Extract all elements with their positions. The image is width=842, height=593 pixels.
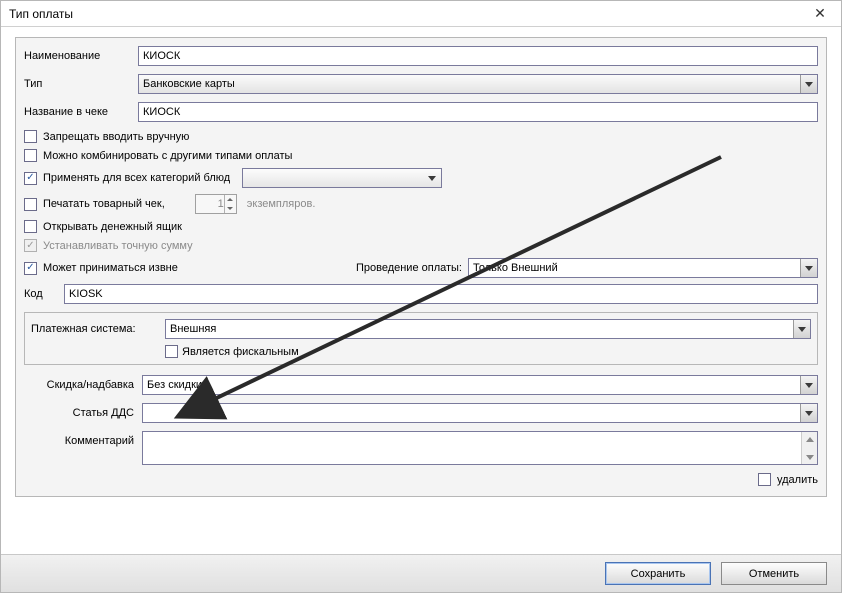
content-area: Наименование Тип Банковские карты Назван… bbox=[1, 27, 841, 554]
chevron-down-icon bbox=[800, 259, 817, 277]
combinable-checkbox[interactable] bbox=[24, 149, 37, 162]
discount-select[interactable]: Без скидки bbox=[142, 375, 818, 395]
scrollbar[interactable] bbox=[801, 432, 817, 464]
exact-amount-checkbox bbox=[24, 239, 37, 252]
payment-system-panel: Платежная система: Внешняя Является фиск… bbox=[24, 312, 818, 365]
all-categories-checkbox[interactable] bbox=[24, 172, 37, 185]
chevron-down-icon bbox=[793, 320, 810, 338]
delete-checkbox[interactable] bbox=[758, 473, 771, 486]
save-button[interactable]: Сохранить bbox=[605, 562, 711, 585]
payment-mode-select[interactable]: Только Внешний bbox=[468, 258, 818, 278]
form-panel: Наименование Тип Банковские карты Назван… bbox=[15, 37, 827, 497]
accept-external-checkbox[interactable] bbox=[24, 262, 37, 275]
category-select[interactable] bbox=[242, 168, 442, 188]
chevron-down-icon bbox=[800, 376, 817, 394]
open-drawer-label: Открывать денежный ящик bbox=[41, 221, 182, 233]
payment-system-value: Внешняя bbox=[170, 323, 216, 335]
copies-spinner[interactable]: 1 bbox=[195, 194, 237, 214]
is-fiscal-checkbox[interactable] bbox=[165, 345, 178, 358]
dialog-footer: Сохранить Отменить bbox=[1, 554, 841, 592]
spinner-arrows bbox=[224, 195, 236, 213]
copies-suffix: экземпляров. bbox=[247, 198, 316, 210]
open-drawer-checkbox[interactable] bbox=[24, 220, 37, 233]
name-in-check-input[interactable] bbox=[138, 102, 818, 122]
type-select-value: Банковские карты bbox=[143, 78, 235, 90]
titlebar: Тип оплаты ✕ bbox=[1, 1, 841, 27]
discount-value: Без скидки bbox=[147, 379, 202, 391]
label-discount: Скидка/надбавка bbox=[24, 379, 142, 391]
label-code: Код bbox=[24, 288, 64, 300]
window-title: Тип оплаты bbox=[9, 7, 73, 21]
is-fiscal-label: Является фискальным bbox=[178, 346, 299, 358]
cancel-button[interactable]: Отменить bbox=[721, 562, 827, 585]
label-dds: Статья ДДС bbox=[24, 407, 142, 419]
close-icon: ✕ bbox=[814, 5, 826, 22]
code-input[interactable] bbox=[64, 284, 818, 304]
close-button[interactable]: ✕ bbox=[805, 4, 835, 24]
print-receipt-label: Печатать товарный чек, bbox=[41, 198, 165, 210]
chevron-down-icon[interactable] bbox=[225, 204, 236, 213]
print-receipt-checkbox[interactable] bbox=[24, 198, 37, 211]
delete-label: удалить bbox=[775, 474, 818, 486]
forbid-manual-label: Запрещать вводить вручную bbox=[41, 131, 189, 143]
accept-external-label: Может приниматься извне bbox=[37, 262, 178, 274]
label-name: Наименование bbox=[24, 50, 138, 62]
label-name-in-check: Название в чеке bbox=[24, 106, 138, 118]
label-comment: Комментарий bbox=[24, 431, 142, 447]
scroll-up-icon[interactable] bbox=[802, 432, 817, 446]
chevron-down-icon bbox=[800, 404, 817, 422]
label-type: Тип bbox=[24, 78, 138, 90]
payment-mode-value: Только Внешний bbox=[473, 262, 558, 274]
dds-select[interactable] bbox=[142, 403, 818, 423]
chevron-down-icon bbox=[800, 75, 817, 93]
chevron-up-icon[interactable] bbox=[225, 195, 236, 204]
chevron-down-icon bbox=[425, 171, 439, 185]
scroll-down-icon[interactable] bbox=[802, 450, 817, 464]
forbid-manual-checkbox[interactable] bbox=[24, 130, 37, 143]
payment-type-dialog: Тип оплаты ✕ Наименование Тип Банковские… bbox=[0, 0, 842, 593]
type-select[interactable]: Банковские карты bbox=[138, 74, 818, 94]
comment-textarea[interactable] bbox=[142, 431, 818, 465]
payment-system-select[interactable]: Внешняя bbox=[165, 319, 811, 339]
label-payment-system: Платежная система: bbox=[31, 323, 165, 335]
all-categories-label: Применять для всех категорий блюд bbox=[41, 172, 230, 184]
name-input[interactable] bbox=[138, 46, 818, 66]
combinable-label: Можно комбинировать с другими типами опл… bbox=[41, 150, 292, 162]
label-payment-mode: Проведение оплаты: bbox=[356, 262, 462, 274]
exact-amount-label: Устанавливать точную сумму bbox=[41, 240, 193, 252]
